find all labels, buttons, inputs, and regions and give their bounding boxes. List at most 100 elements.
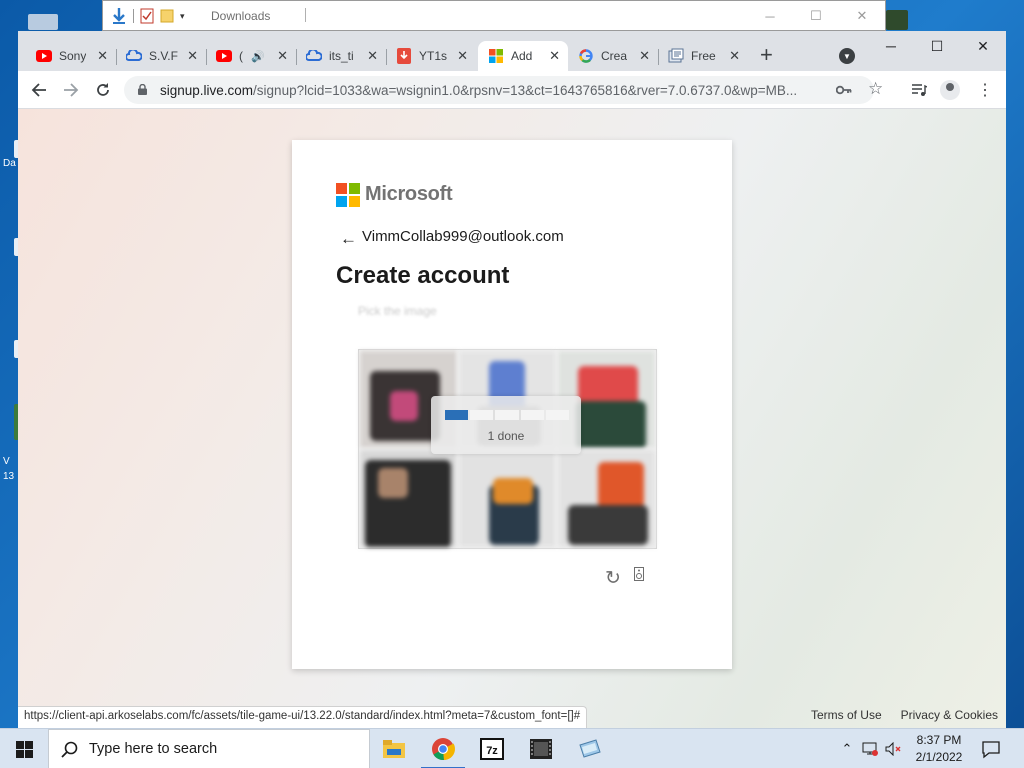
forward-button[interactable] [60,79,82,101]
maximize-button[interactable]: ☐ [914,31,960,61]
tab-close-icon[interactable]: ✕ [457,48,468,64]
chevron-down-icon[interactable]: ▾ [180,11,185,22]
tab-youtube-audio[interactable]: ( 🔊 ✕ [206,41,297,71]
back-arrow-icon [31,83,46,97]
tab-close-icon[interactable]: ✕ [729,48,740,64]
url-path: /signup?lcid=1033&wa=wsignin1.0&rpsnv=13… [253,83,798,98]
taskbar-app[interactable] [566,729,614,768]
tab-label: YT1s [419,49,448,63]
bookmark-star-icon[interactable]: ☆ [868,79,883,99]
terms-link[interactable]: Terms of Use [811,708,882,722]
image-puzzle[interactable]: 1 done [358,349,657,549]
desktop-label: 13 [3,471,15,482]
windows-logo-icon [15,740,33,758]
forward-arrow-icon [64,83,79,97]
lock-icon[interactable] [138,84,147,95]
tab-strip: Sony ✕ S.V.F ✕ ( 🔊 ✕ its_ti ✕ YT1s ✕ Add… [18,31,1006,71]
puzzle-tile[interactable] [557,449,656,548]
back-button[interactable] [28,79,50,101]
close-button[interactable]: ✕ [960,31,1006,61]
tab-label: its_ti [329,49,354,63]
speaker-icon[interactable]: 🔊 [251,50,265,63]
media-control-icon[interactable] [908,79,930,101]
tab-cloud[interactable]: S.V.F ✕ [116,41,207,71]
taskbar-7zip[interactable]: 7z [468,729,516,768]
tab-close-icon[interactable]: ✕ [549,48,560,64]
show-hidden-icons-icon[interactable]: ⌃ [838,729,856,768]
tab-label: Free [691,49,716,63]
tab-document[interactable]: Free ✕ [658,41,748,71]
taskbar-chrome[interactable] [419,729,467,768]
tab-download[interactable]: YT1s ✕ [386,41,476,71]
tab-close-icon[interactable]: ✕ [187,48,198,64]
tab-cloud[interactable]: its_ti ✕ [296,41,387,71]
microsoft-logo-icon [336,183,360,207]
network-icon[interactable] [860,729,880,768]
taskbar-video-editor[interactable] [517,729,565,768]
properties-icon[interactable] [140,8,154,24]
taskbar-search-input[interactable]: Type here to search [48,729,370,768]
puzzle-tile[interactable] [458,449,557,548]
start-button[interactable] [0,729,48,768]
clock-date: 2/1/2022 [915,750,963,764]
taskbar-file-explorer[interactable] [370,729,418,768]
identity-email: VimmCollab999@outlook.com [362,228,564,245]
volume-muted-icon[interactable] [884,729,904,768]
window-title: Downloads [211,9,271,23]
privacy-link[interactable]: Privacy & Cookies [901,708,998,722]
address-bar[interactable]: signup.live.com/signup?lcid=1033&wa=wsig… [124,76,883,104]
refresh-puzzle-icon[interactable]: ↻ [605,567,621,590]
desktop-label: Da [3,158,16,169]
back-arrow-icon[interactable]: ← [340,229,357,249]
url-text[interactable]: signup.live.com/signup?lcid=1033&wa=wsig… [160,83,830,98]
notification-center-icon[interactable] [980,738,1002,760]
microsoft-icon [488,48,504,64]
clock-time: 8:37 PM [916,733,962,747]
desktop-label: V [3,456,10,467]
background-window-edge [886,10,908,30]
minimize-button[interactable]: ─ [868,31,914,61]
footer-links: Terms of Use Privacy & Cookies [811,708,998,722]
document-icon [668,48,684,64]
page-title: Create account [336,262,510,289]
tab-label: ( [239,49,243,63]
desktop-file-icon[interactable] [28,14,58,30]
new-folder-icon[interactable] [160,8,174,24]
more-menu-icon[interactable]: ⋮ [974,79,996,101]
search-placeholder: Type here to search [89,741,218,757]
tab-close-icon[interactable]: ✕ [367,48,378,64]
minimize-button[interactable]: ─ [747,1,793,31]
signup-card: Microsoft ← VimmCollab999@outlook.com Cr… [292,140,732,669]
puzzle-tile[interactable] [359,449,458,548]
file-explorer-window[interactable]: ▾ Downloads ─ ☐ ✕ [102,0,886,31]
cloud-icon [306,48,322,64]
system-clock[interactable]: 8:37 PM 2/1/2022 [905,732,973,766]
download-icon [396,48,412,64]
youtube-icon [216,48,232,64]
taskbar: Type here to search 7z ⌃ 8:37 PM 2/1/202… [0,728,1024,768]
tab-close-icon[interactable]: ✕ [277,48,288,64]
tab-youtube[interactable]: Sony ✕ [26,41,117,71]
maximize-button[interactable]: ☐ [793,1,839,31]
google-icon [578,48,594,64]
quick-access-toolbar: ▾ [111,7,185,25]
close-button[interactable]: ✕ [839,1,885,31]
page-viewport: Microsoft ← VimmCollab999@outlook.com Cr… [18,109,1006,728]
tab-search-icon[interactable]: ▼ [839,48,855,64]
tab-microsoft-signup[interactable]: Add ✕ [478,41,568,71]
download-arrow-icon[interactable] [111,7,127,25]
url-host: signup.live.com [160,83,254,98]
reload-button[interactable] [92,79,114,101]
browser-window: Sony ✕ S.V.F ✕ ( 🔊 ✕ its_ti ✕ YT1s ✕ Add… [18,31,1006,728]
new-tab-button[interactable]: + [760,44,773,66]
profile-avatar-icon[interactable] [940,80,960,100]
tab-label: S.V.F [149,49,178,63]
tab-close-icon[interactable]: ✕ [639,48,650,64]
tab-close-icon[interactable]: ✕ [97,48,108,64]
key-icon[interactable] [836,85,852,95]
audio-challenge-icon[interactable] [634,567,644,586]
loading-overlay: 1 done [431,396,581,454]
search-icon [61,741,78,758]
brand-name: Microsoft [365,183,453,205]
tab-google[interactable]: Crea ✕ [568,41,659,71]
